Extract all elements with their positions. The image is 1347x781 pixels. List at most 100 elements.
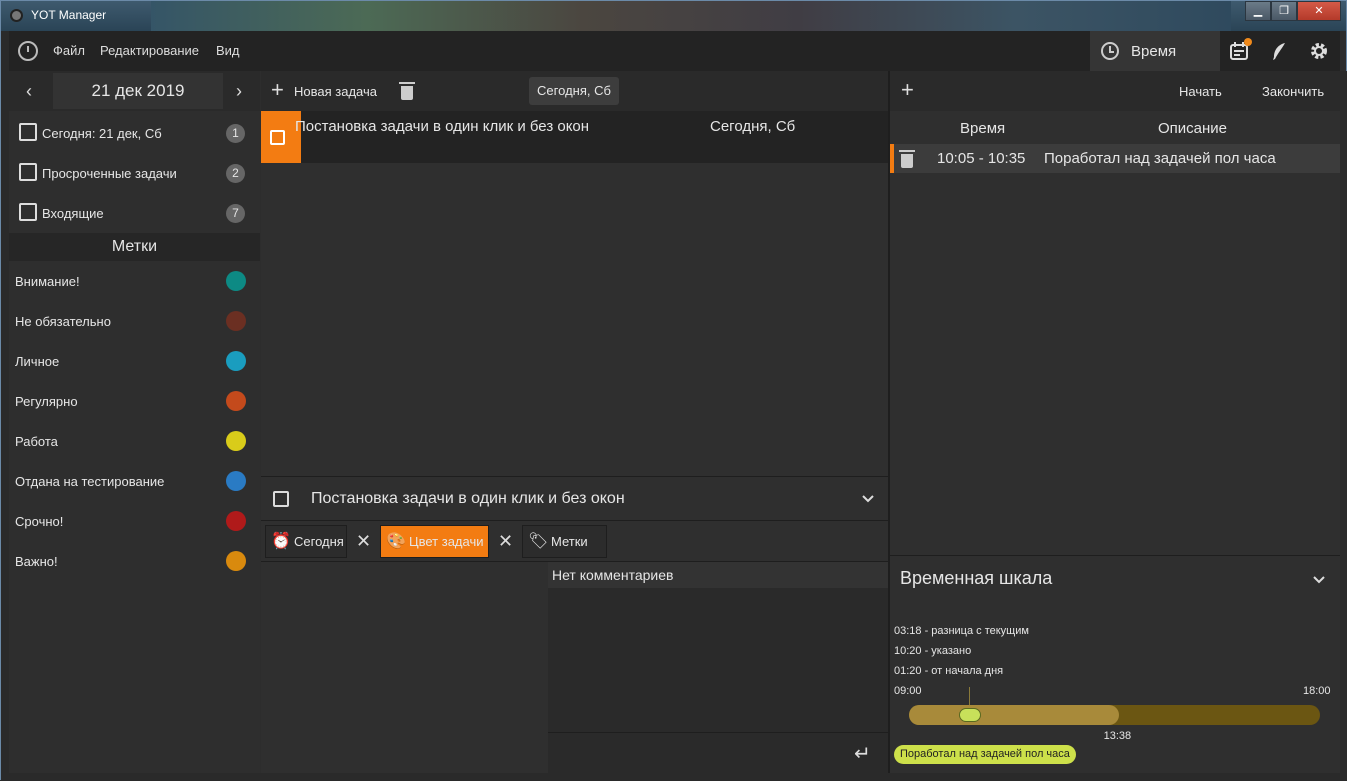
inbox-icon xyxy=(19,203,37,221)
timeline-start-label: 09:00 xyxy=(894,685,922,697)
tag-item[interactable]: Регулярно xyxy=(9,381,260,421)
sidebar-item-label: Сегодня: 21 дек, Сб xyxy=(42,126,162,141)
timeline-entry-pill[interactable]: Поработал над задачей пол часа xyxy=(894,745,1076,764)
task-date: Сегодня, Сб xyxy=(710,118,796,135)
menu-bar: Файл Редактирование Вид Время xyxy=(9,31,1340,71)
timeline-track xyxy=(909,705,1320,725)
count-badge: 7 xyxy=(226,204,245,223)
chip-color-label: Цвет задачи xyxy=(409,534,484,549)
tag-color-dot[interactable] xyxy=(226,391,246,411)
time-toolbar: + Начать Закончить xyxy=(890,71,1340,111)
timeline-from-start: 01:20 - от начала дня xyxy=(894,665,1004,677)
remove-color-icon[interactable]: ✕ xyxy=(498,531,513,552)
plus-icon[interactable]: + xyxy=(271,77,284,103)
close-button[interactable]: ✕ xyxy=(1297,1,1341,21)
chip-task-color[interactable]: 🎨 Цвет задачи xyxy=(380,525,489,558)
calendar-icon[interactable] xyxy=(1229,38,1252,61)
new-task-button[interactable]: Новая задача xyxy=(294,84,377,99)
chip-tags[interactable]: 🏷 Метки xyxy=(522,525,607,558)
sidebar-item-today[interactable]: Сегодня: 21 дек, Сб 1 xyxy=(9,113,260,153)
next-date-button[interactable]: › xyxy=(219,71,259,111)
tag-color-dot[interactable] xyxy=(226,271,246,291)
labels-heading: Метки xyxy=(9,233,260,261)
tag-color-dot[interactable] xyxy=(226,511,246,531)
current-date[interactable]: 21 дек 2019 xyxy=(53,73,223,109)
task-title: Постановка задачи в один клик и без окон xyxy=(295,118,590,135)
feather-icon[interactable] xyxy=(1269,41,1289,61)
tag-color-dot[interactable] xyxy=(226,311,246,331)
tag-label: Регулярно xyxy=(15,394,78,409)
sidebar-item-label: Входящие xyxy=(42,206,104,221)
app-window: YOT Manager ▁ ❐ ✕ Файл Редактирование Ви… xyxy=(0,0,1347,781)
detail-chip-bar: ⏰ Сегодня ✕ 🎨 Цвет задачи ✕ 🏷 Метки xyxy=(261,520,888,562)
row-color-stripe xyxy=(890,144,894,173)
task-checkbox[interactable] xyxy=(270,130,285,145)
tag-item[interactable]: Не обязательно xyxy=(9,301,260,341)
title-bar: YOT Manager ▁ ❐ ✕ xyxy=(1,1,1346,31)
tab-time[interactable]: Время xyxy=(1090,31,1220,71)
today-filter-button[interactable]: Сегодня, Сб xyxy=(529,77,619,105)
tag-item[interactable]: Отдана на тестирование xyxy=(9,461,260,501)
sidebar-item-overdue[interactable]: Просроченные задачи 2 xyxy=(9,153,260,193)
start-button[interactable]: Начать xyxy=(1179,84,1222,99)
chip-today-label: Сегодня xyxy=(294,534,344,549)
alarm-clock-icon: ⏰ xyxy=(271,533,291,550)
maximize-button[interactable]: ❐ xyxy=(1271,1,1297,21)
notification-dot xyxy=(1244,38,1252,46)
tag-color-dot[interactable] xyxy=(226,551,246,571)
tag-icon: 🏷 xyxy=(528,533,549,550)
trash-icon[interactable] xyxy=(399,82,415,100)
chip-today[interactable]: ⏰ Сегодня xyxy=(265,525,347,558)
power-icon[interactable] xyxy=(18,41,38,61)
timeline-now-label: 13:38 xyxy=(1103,730,1132,742)
sidebar-item-inbox[interactable]: Входящие 7 xyxy=(9,193,260,233)
task-row[interactable]: Постановка задачи в один клик и без окон… xyxy=(261,111,888,163)
entry-description: Поработал над задачей пол часа xyxy=(1044,150,1276,167)
alarm-clock-icon xyxy=(1101,42,1119,60)
tag-label: Внимание! xyxy=(15,274,80,289)
date-navigator: ‹ 21 дек 2019 › xyxy=(9,71,260,111)
detail-title[interactable]: Постановка задачи в один клик и без окон xyxy=(311,490,625,508)
tag-color-dot[interactable] xyxy=(226,351,246,371)
tag-item[interactable]: Срочно! xyxy=(9,501,260,541)
chevron-down-icon[interactable] xyxy=(861,491,875,507)
timeline-specified: 10:20 - указано xyxy=(894,645,972,657)
tag-item[interactable]: Работа xyxy=(9,421,260,461)
tag-item[interactable]: Личное xyxy=(9,341,260,381)
timeline-diff: 03:18 - разница с текущим xyxy=(894,625,1029,637)
timeline-entry-knob[interactable] xyxy=(959,708,981,722)
add-time-icon[interactable]: + xyxy=(901,77,914,103)
table-row[interactable]: 10:05 - 10:35 Поработал над задачей пол … xyxy=(890,144,1340,173)
comment-input[interactable]: ↵ xyxy=(548,732,888,774)
detail-checkbox[interactable] xyxy=(273,491,289,507)
timeline-section: Временная шкала 03:18 - разница с текущи… xyxy=(890,555,1340,773)
prev-date-button[interactable]: ‹ xyxy=(9,71,49,111)
menu-edit[interactable]: Редактирование xyxy=(100,43,199,58)
menu-view[interactable]: Вид xyxy=(216,43,240,58)
finish-button[interactable]: Закончить xyxy=(1262,84,1324,99)
enter-icon[interactable]: ↵ xyxy=(854,741,871,766)
tag-color-dot[interactable] xyxy=(226,431,246,451)
app-icon xyxy=(10,9,23,22)
entry-time: 10:05 - 10:35 xyxy=(937,150,1026,167)
calendar-today-icon xyxy=(19,123,37,141)
timeline-title: Временная шкала xyxy=(900,568,1053,588)
window-title: YOT Manager xyxy=(31,8,107,22)
chevron-down-icon[interactable] xyxy=(1312,572,1326,588)
trash-icon[interactable] xyxy=(899,150,915,168)
left-panel: ‹ 21 дек 2019 › Сегодня: 21 дек, Сб 1 Пр… xyxy=(9,71,260,773)
minimize-button[interactable]: ▁ xyxy=(1245,1,1271,21)
tag-item[interactable]: Внимание! xyxy=(9,261,260,301)
tag-color-dot[interactable] xyxy=(226,471,246,491)
palette-icon: 🎨 xyxy=(386,533,406,550)
left-edge xyxy=(1,31,9,773)
tag-label: Не обязательно xyxy=(15,314,111,329)
tag-label: Срочно! xyxy=(15,514,64,529)
time-panel: + Начать Закончить Время Описание 10:05 … xyxy=(890,71,1340,773)
calendar-overdue-icon xyxy=(19,163,37,181)
tag-item[interactable]: Важно! xyxy=(9,541,260,581)
task-panel: + Новая задача Сегодня, Сб Постановка за… xyxy=(261,71,888,774)
menu-file[interactable]: Файл xyxy=(53,43,85,58)
remove-today-icon[interactable]: ✕ xyxy=(356,531,371,552)
gear-icon[interactable] xyxy=(1309,41,1329,61)
